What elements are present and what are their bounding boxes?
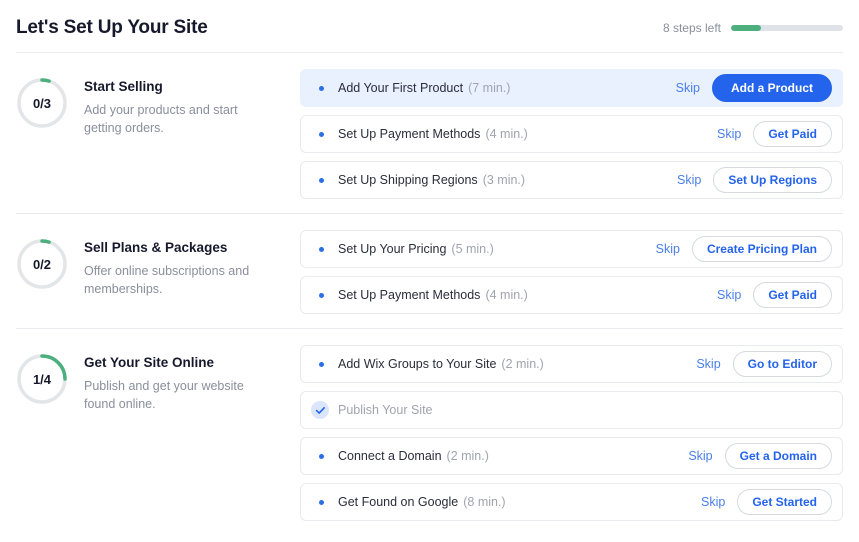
section-description: Offer online subscriptions and membershi… <box>84 264 250 297</box>
progress-ring-icon: 0/3 <box>16 77 68 129</box>
task-row[interactable]: Connect a Domain (2 min.) Skip Get a Domain <box>300 437 843 475</box>
page-header: Let's Set Up Your Site 8 steps left <box>0 0 859 52</box>
bullet-dot-icon <box>319 85 324 91</box>
progress-ring-label: 1/4 <box>32 371 52 387</box>
bullet-dot-icon <box>319 453 324 459</box>
task-row[interactable]: Set Up Payment Methods (4 min.) Skip Get Pa… <box>300 276 843 314</box>
task-row[interactable]: Add Your First Product (7 min.) Skip Add a … <box>300 69 843 107</box>
section-title: Start Selling <box>84 79 163 94</box>
skip-link[interactable]: Skip <box>701 495 725 509</box>
setup-checklist-page: Let's Set Up Your Site 8 steps left 0/3 S… <box>0 0 859 542</box>
section-text: Get Your Site Online Publish and get your… <box>84 353 264 413</box>
section-summary: 0/2 Sell Plans & Packages Offer online sub… <box>16 230 300 298</box>
task-duration: (7 min.) <box>468 81 511 95</box>
bullet-dot-icon <box>319 246 324 252</box>
task-label: Set Up Payment Methods <box>338 127 481 141</box>
skip-link[interactable]: Skip <box>676 81 700 95</box>
section-1: 0/3 Start Selling Add your products and st… <box>0 53 859 213</box>
section-3: 1/4 Get Your Site Online Publish and get y… <box>0 329 859 535</box>
task-list: Set Up Your Pricing (5 min.) Skip Create Pr… <box>300 230 843 314</box>
task-duration: (8 min.) <box>463 495 506 509</box>
progress-ring-label: 0/3 <box>32 95 52 111</box>
task-row[interactable]: Set Up Shipping Regions (3 min.) Skip Set U… <box>300 161 843 199</box>
task-label: Add Your First Product <box>338 81 464 95</box>
task-action-button[interactable]: Go to Editor <box>732 351 832 377</box>
task-label: Publish Your Site <box>338 403 433 417</box>
task-action-button[interactable]: Get Started <box>737 489 832 515</box>
section-title: Get Your Site Online <box>84 355 215 370</box>
task-action-button[interactable]: Get Paid <box>753 282 832 308</box>
section-summary: 1/4 Get Your Site Online Publish and get y… <box>16 345 300 413</box>
task-duration: (3 min.) <box>482 173 526 187</box>
bullet-dot-icon <box>319 361 324 367</box>
progress-ring-label: 0/2 <box>32 256 52 272</box>
section-title: Sell Plans & Packages <box>84 240 228 255</box>
section-summary: 0/3 Start Selling Add your products and st… <box>16 69 300 137</box>
overall-progress-fill <box>731 25 762 31</box>
task-action-button[interactable]: Set Up Regions <box>713 167 832 193</box>
task-action-button[interactable]: Get Paid <box>753 121 832 147</box>
bullet-dot-icon <box>319 131 324 137</box>
task-row[interactable]: Set Up Your Pricing (5 min.) Skip Create Pr… <box>300 230 843 268</box>
skip-link[interactable]: Skip <box>717 127 741 141</box>
task-duration: (2 min.) <box>501 357 544 371</box>
page-title: Let's Set Up Your Site <box>16 16 208 38</box>
task-action-button[interactable]: Create Pricing Plan <box>691 236 832 262</box>
section-2: 0/2 Sell Plans & Packages Offer online sub… <box>0 214 859 328</box>
skip-link[interactable]: Skip <box>688 449 712 463</box>
header-progress-group: 8 steps left <box>663 21 843 35</box>
bullet-dot-icon <box>319 177 324 183</box>
task-label: Add Wix Groups to Your Site <box>338 357 497 371</box>
task-row[interactable]: Add Wix Groups to Your Site (2 min.) Skip G… <box>300 345 843 383</box>
steps-left-label: 8 steps left <box>662 21 721 35</box>
check-circle-icon <box>311 401 329 419</box>
skip-link[interactable]: Skip <box>677 173 701 187</box>
task-list: Add Your First Product (7 min.) Skip Add a … <box>300 69 843 199</box>
section-description: Publish and get your website found onlin… <box>84 379 244 412</box>
task-duration: (4 min.) <box>485 288 528 302</box>
task-label: Set Up Your Pricing <box>338 242 447 256</box>
progress-ring-icon: 0/2 <box>16 238 68 290</box>
task-action-button[interactable]: Get a Domain <box>724 443 832 469</box>
task-row[interactable]: Publish Your Site <box>300 391 843 429</box>
task-label: Set Up Payment Methods <box>338 288 481 302</box>
task-row[interactable]: Set Up Payment Methods (4 min.) Skip Get Pa… <box>300 115 843 153</box>
task-duration: (4 min.) <box>485 127 528 141</box>
sections-container: 0/3 Start Selling Add your products and st… <box>0 53 859 535</box>
skip-link[interactable]: Skip <box>717 288 741 302</box>
bullet-dot-icon <box>319 499 324 505</box>
skip-link[interactable]: Skip <box>656 242 680 256</box>
overall-progress-bar <box>731 25 843 31</box>
bullet-dot-icon <box>319 292 324 298</box>
task-list: Add Wix Groups to Your Site (2 min.) Skip G… <box>300 345 843 521</box>
task-duration: (2 min.) <box>446 449 489 463</box>
progress-ring-icon: 1/4 <box>16 353 68 405</box>
task-label: Set Up Shipping Regions <box>338 173 478 187</box>
section-text: Start Selling Add your products and start… <box>84 77 264 137</box>
task-duration: (5 min.) <box>451 242 494 256</box>
skip-link[interactable]: Skip <box>696 357 720 371</box>
task-label: Get Found on Google <box>338 495 459 509</box>
task-row[interactable]: Get Found on Google (8 min.) Skip Get Start… <box>300 483 843 521</box>
task-label: Connect a Domain <box>338 449 442 463</box>
section-description: Add your products and start getting orde… <box>84 103 238 136</box>
section-text: Sell Plans & Packages Offer online subscr… <box>84 238 264 298</box>
task-action-button[interactable]: Add a Product <box>711 74 832 102</box>
